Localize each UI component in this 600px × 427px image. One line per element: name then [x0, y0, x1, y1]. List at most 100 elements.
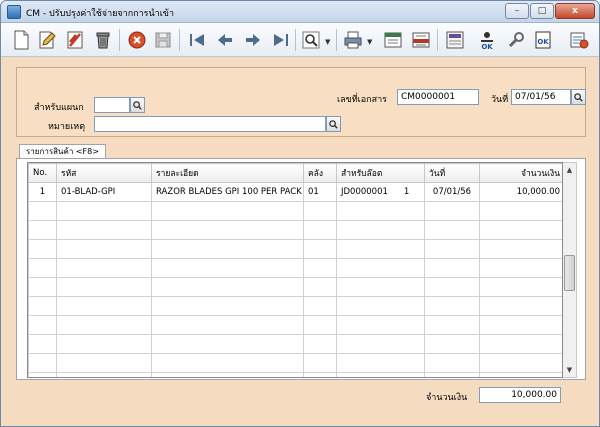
table-cell-empty[interactable] [151, 277, 304, 297]
table-cell-empty[interactable] [28, 220, 57, 240]
column-header-no[interactable]: No. [28, 163, 57, 183]
delete-icon[interactable] [63, 28, 87, 52]
save-icon[interactable] [151, 28, 175, 52]
table-cell-empty[interactable] [56, 258, 152, 278]
table-cell-empty[interactable] [424, 258, 480, 278]
table-row[interactable] [28, 258, 562, 278]
vertical-scrollbar[interactable]: ▲ ▼ [563, 162, 577, 378]
table-cell-empty[interactable] [151, 315, 304, 335]
scroll-up-icon[interactable]: ▲ [563, 163, 576, 177]
column-header-lot[interactable]: สำหรับล๊อต [336, 163, 425, 183]
table-cell-empty[interactable] [151, 296, 304, 316]
table-cell-empty[interactable] [151, 258, 304, 278]
close-button[interactable]: x [555, 3, 595, 19]
last-record-icon[interactable] [269, 28, 293, 52]
table-cell-amount[interactable]: 10,000.00 [479, 182, 562, 202]
table-row[interactable] [28, 239, 562, 259]
table-cell-empty[interactable] [479, 201, 562, 221]
table-cell-empty[interactable] [151, 220, 304, 240]
table-cell-empty[interactable] [303, 296, 337, 316]
table-cell-empty[interactable] [56, 315, 152, 335]
table-cell-no[interactable]: 1 [28, 182, 57, 202]
date-field[interactable]: 07/01/56 [511, 89, 571, 105]
table-cell-empty[interactable] [56, 220, 152, 240]
table-cell-wh[interactable]: 01 [303, 182, 337, 202]
table-row[interactable] [28, 353, 562, 373]
table-cell-empty[interactable] [151, 334, 304, 354]
table-cell-empty[interactable] [479, 296, 562, 316]
table-cell-empty[interactable] [336, 315, 425, 335]
column-header-amount[interactable]: จำนวนเงิน [479, 163, 562, 183]
table-row[interactable] [28, 277, 562, 297]
settings-icon[interactable] [567, 28, 591, 52]
table-cell-empty[interactable] [303, 239, 337, 259]
table-cell-empty[interactable] [28, 277, 57, 297]
table-cell-empty[interactable] [336, 277, 425, 297]
table-cell-empty[interactable] [56, 334, 152, 354]
new-document-icon[interactable] [9, 28, 33, 52]
items-grid[interactable]: No. รหัส รายละเอียด คลัง สำหรับล๊อต วันท… [27, 162, 563, 378]
table-cell-empty[interactable] [424, 201, 480, 221]
table-cell-empty[interactable] [424, 315, 480, 335]
table-cell-empty[interactable] [56, 201, 152, 221]
table-cell-empty[interactable] [303, 220, 337, 240]
table-cell-empty[interactable] [424, 239, 480, 259]
column-header-date[interactable]: วันที่ [424, 163, 480, 183]
table-cell-empty[interactable] [28, 239, 57, 259]
table-cell-empty[interactable] [28, 315, 57, 335]
table-cell-empty[interactable] [28, 334, 57, 354]
table-row[interactable] [28, 296, 562, 316]
table-cell-empty[interactable] [479, 258, 562, 278]
table-cell-empty[interactable] [56, 296, 152, 316]
table-cell-empty[interactable] [303, 334, 337, 354]
table-cell-empty[interactable] [303, 315, 337, 335]
cancel-icon[interactable] [125, 28, 149, 52]
tab-product-items[interactable]: รายการสินค้า <F8> [19, 144, 106, 159]
table-row[interactable] [28, 220, 562, 240]
table-row[interactable]: 1 01-BLAD-GPI RAZOR BLADES GPI 100 PER PAC… [28, 182, 562, 202]
table-cell-empty[interactable] [303, 277, 337, 297]
table-cell-empty[interactable] [151, 239, 304, 259]
table-cell-empty[interactable] [479, 372, 562, 377]
next-record-icon[interactable] [241, 28, 265, 52]
table-row[interactable] [28, 372, 562, 377]
table-cell-empty[interactable] [28, 296, 57, 316]
table-row[interactable] [28, 334, 562, 354]
maximize-button[interactable]: □ [530, 3, 554, 19]
remark-lookup-button[interactable] [326, 116, 341, 132]
table-cell-empty[interactable] [336, 239, 425, 259]
table-cell-empty[interactable] [424, 372, 480, 377]
remark-field[interactable] [94, 116, 326, 132]
table-cell-empty[interactable] [336, 220, 425, 240]
tools-icon[interactable] [504, 28, 528, 52]
table-cell-empty[interactable] [336, 296, 425, 316]
print-icon[interactable] [341, 28, 365, 52]
table-cell-empty[interactable] [336, 258, 425, 278]
table-cell-empty[interactable] [424, 353, 480, 373]
column-header-description[interactable]: รายละเอียด [151, 163, 304, 183]
table-cell-empty[interactable] [28, 201, 57, 221]
table-cell-empty[interactable] [28, 258, 57, 278]
table-cell-empty[interactable] [303, 353, 337, 373]
search-dropdown-icon[interactable]: ▼ [325, 38, 330, 46]
first-record-icon[interactable] [185, 28, 209, 52]
department-field[interactable] [94, 97, 130, 113]
table-cell-empty[interactable] [56, 372, 152, 377]
column-header-warehouse[interactable]: คลัง [303, 163, 337, 183]
table-cell-empty[interactable] [56, 239, 152, 259]
scrollbar-thumb[interactable] [564, 255, 575, 291]
table-cell-empty[interactable] [151, 353, 304, 373]
calculator-icon[interactable] [443, 28, 467, 52]
table-cell-empty[interactable] [336, 353, 425, 373]
ok-document-icon[interactable]: OK [531, 28, 555, 52]
table-cell-empty[interactable] [336, 201, 425, 221]
table-cell-empty[interactable] [424, 334, 480, 354]
table-cell-empty[interactable] [479, 353, 562, 373]
table-cell-empty[interactable] [151, 201, 304, 221]
edit-icon[interactable] [35, 28, 59, 52]
approve-icon[interactable]: OK [475, 28, 499, 52]
table-cell-empty[interactable] [56, 277, 152, 297]
table-row[interactable] [28, 201, 562, 221]
table-cell-empty[interactable] [479, 334, 562, 354]
table-cell-empty[interactable] [479, 315, 562, 335]
